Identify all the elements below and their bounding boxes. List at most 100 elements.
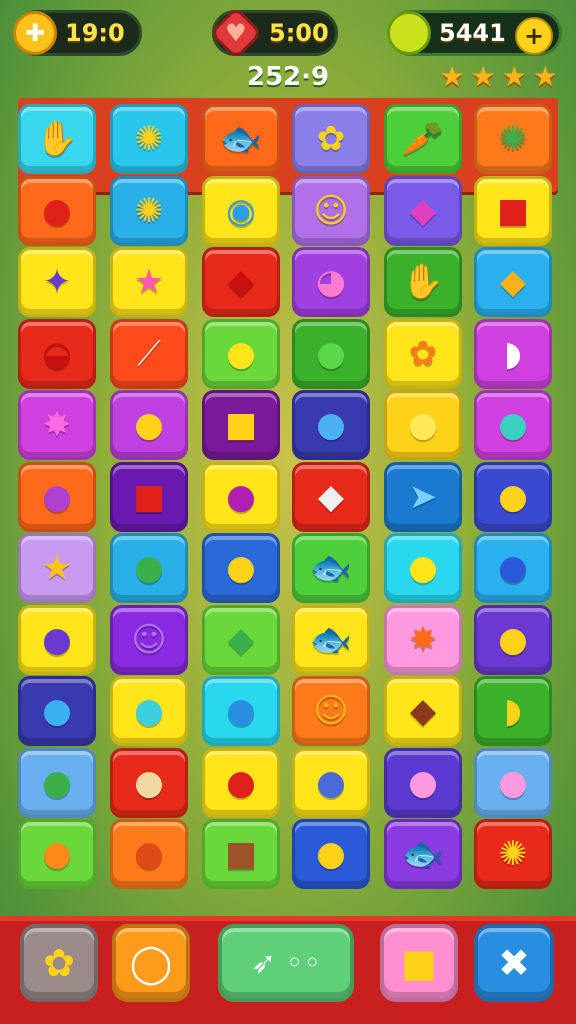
green-fish-icon: 🐟 <box>219 119 263 159</box>
board-tile[interactable]: 🐟 <box>292 604 370 675</box>
board-tile[interactable]: ◆ <box>202 604 280 675</box>
board-tile[interactable]: ◕ <box>292 247 370 317</box>
board-tile[interactable]: ✿ <box>384 318 462 389</box>
orange-planet-icon: ● <box>134 834 164 874</box>
board-tile[interactable]: ⟋ <box>110 318 188 389</box>
gift-box-icon: ■ <box>401 941 437 985</box>
shuffle-booster-button[interactable]: ✖ <box>474 924 554 1002</box>
board-tile[interactable]: ☺ <box>110 604 188 675</box>
swap-booster-button[interactable]: ➶ ◦◦ <box>218 924 354 1002</box>
board-tile[interactable]: ● <box>18 461 96 532</box>
board-tile[interactable]: ✿ <box>292 104 370 174</box>
star-icon: ★ <box>501 60 527 93</box>
board-tile[interactable]: ● <box>18 676 96 746</box>
board-tile[interactable]: ➤ <box>384 461 462 532</box>
board-tile[interactable]: ● <box>110 819 188 889</box>
purple-fish-icon: ✦ <box>42 262 72 302</box>
board-tile[interactable]: ● <box>384 747 462 818</box>
board-tile[interactable]: ● <box>474 533 552 603</box>
board-tile[interactable]: ✋ <box>18 104 96 174</box>
board-tile[interactable]: ● <box>292 819 370 889</box>
board-tile[interactable]: ● <box>384 533 462 603</box>
board-tile[interactable]: ■ <box>202 819 280 889</box>
popcorn-booster-button[interactable]: ✿ <box>20 924 98 1002</box>
board-tile[interactable]: ◆ <box>474 247 552 317</box>
board-tile[interactable]: 🥕 <box>384 104 462 174</box>
board-tile[interactable]: 🐟 <box>384 819 462 889</box>
board-tile[interactable]: ● <box>110 390 188 460</box>
board-tile[interactable]: ★ <box>18 533 96 603</box>
board-tile[interactable]: ◗ <box>474 318 552 389</box>
board-tile[interactable]: ■ <box>110 461 188 532</box>
orange-face-icon: ☺ <box>313 691 349 731</box>
board-tile[interactable]: 🐟 <box>292 533 370 603</box>
board-tile[interactable]: ◗ <box>474 676 552 746</box>
board-tile[interactable]: ◆ <box>202 247 280 317</box>
yellow-box-icon: ■ <box>224 405 258 445</box>
board-tile[interactable]: ● <box>110 676 188 746</box>
board-tile[interactable]: ● <box>474 747 552 818</box>
clock-booster-button[interactable]: ◯ <box>112 924 190 1002</box>
green-hand-icon: ✋ <box>401 262 445 302</box>
board-tile[interactable]: ◒ <box>18 318 96 389</box>
board-tile[interactable]: ● <box>202 676 280 746</box>
orange-blob-icon: ● <box>42 834 72 874</box>
board-tile[interactable]: ☺ <box>292 676 370 746</box>
board-tile[interactable]: ● <box>18 819 96 889</box>
board-tile[interactable]: ■ <box>202 390 280 460</box>
green-wreath-icon: ✺ <box>498 119 528 159</box>
red-leaf-icon: ◆ <box>227 262 255 302</box>
board-tile[interactable]: ★ <box>110 247 188 317</box>
board-tile[interactable]: ● <box>384 390 462 460</box>
board-tile[interactable]: ✺ <box>110 104 188 174</box>
board-tile[interactable]: ● <box>474 604 552 675</box>
board-tile[interactable]: ● <box>18 175 96 246</box>
cookie-icon: ● <box>134 762 164 803</box>
purple-apple-icon: ● <box>226 476 256 517</box>
board-tile[interactable]: ● <box>110 747 188 818</box>
board-tile[interactable]: ● <box>292 390 370 460</box>
board-tile[interactable]: ✋ <box>384 247 462 317</box>
star-icon: ★ <box>532 60 558 93</box>
board-tile[interactable]: 🐟 <box>202 104 280 174</box>
purple-fish-icon: ● <box>42 476 72 517</box>
box-booster-button[interactable]: ■ <box>380 924 458 1002</box>
board-tile[interactable]: ✸ <box>18 390 96 460</box>
board-tile[interactable]: ✦ <box>18 247 96 317</box>
board-tile[interactable]: ◉ <box>202 175 280 246</box>
board-tile[interactable]: ✺ <box>474 819 552 889</box>
board-tile[interactable]: ◆ <box>384 676 462 746</box>
board-tile[interactable]: ■ <box>474 175 552 246</box>
board-tile[interactable]: ● <box>18 747 96 818</box>
board-tile[interactable]: ● <box>202 318 280 389</box>
board-tile[interactable]: ● <box>110 533 188 603</box>
board-tile[interactable]: ● <box>202 461 280 532</box>
blue-whale-icon: ● <box>498 548 528 588</box>
star-rating: ★ ★ ★ ★ <box>440 60 558 93</box>
board-tile[interactable]: ● <box>474 461 552 532</box>
board-tile[interactable]: ● <box>474 390 552 460</box>
board-tile[interactable]: ● <box>18 604 96 675</box>
crate-icon: ■ <box>224 834 258 874</box>
yellow-sun-face-icon: ✺ <box>134 119 164 159</box>
add-coins-button[interactable]: + <box>515 17 553 55</box>
board-tile[interactable]: ● <box>292 318 370 389</box>
coin-counter: 5441 + <box>387 10 562 56</box>
lives-timer: ♥ 5:00 <box>209 6 338 60</box>
yellow-fish-icon: ● <box>226 548 256 588</box>
yellow-smiley-icon: ☺ <box>313 190 349 231</box>
board-tile[interactable]: ☺ <box>292 175 370 246</box>
yellow-drop-icon: ● <box>134 405 164 445</box>
board-tile[interactable]: ● <box>202 533 280 603</box>
board-tile[interactable]: ✺ <box>110 175 188 246</box>
board-tile[interactable]: ● <box>202 747 280 818</box>
purple-berry-icon: ● <box>42 619 72 660</box>
board-tile[interactable]: ✺ <box>474 104 552 174</box>
board-tile[interactable]: ◆ <box>292 461 370 532</box>
board-tile[interactable]: ✸ <box>384 604 462 675</box>
board-tile[interactable]: ● <box>292 747 370 818</box>
orange-hand-icon: ✋ <box>35 119 79 159</box>
yellow-bean-icon: ● <box>408 405 438 445</box>
board-tile[interactable]: ◆ <box>384 175 462 246</box>
pink-splat-icon: ✸ <box>42 405 72 445</box>
